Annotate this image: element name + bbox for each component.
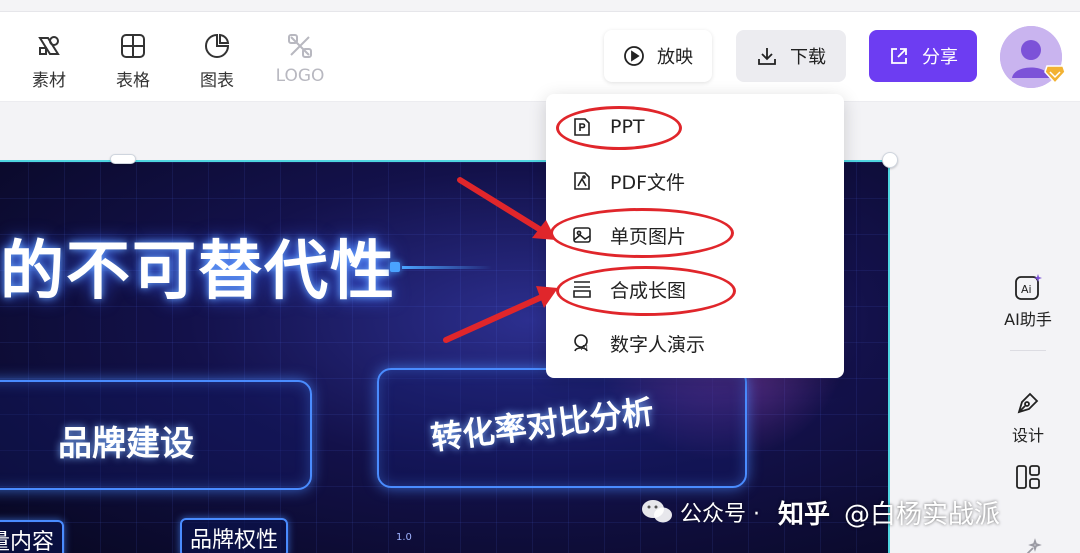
vip-badge-icon <box>1044 65 1066 84</box>
share-label: 分享 <box>922 47 958 68</box>
tool-material[interactable]: 素材 <box>14 32 84 92</box>
menu-item-long-image[interactable]: 合成长图 <box>546 264 844 314</box>
menu-item-ppt[interactable]: PPT <box>546 102 844 152</box>
tool-logo-label: LOGO <box>275 66 325 86</box>
material-icon <box>38 36 60 55</box>
watermark: 公众号 · 知乎 @白杨实战派 <box>640 492 1000 532</box>
tool-material-label: 素材 <box>32 71 66 91</box>
download-menu: PPT PDF文件 单页图片 合成长图 AI 数字人演示 <box>546 94 844 378</box>
share-button[interactable]: 分享 <box>869 30 977 82</box>
svg-text:AI: AI <box>581 344 588 352</box>
menu-item-digital-human-label: 数字人演示 <box>610 333 706 356</box>
tool-table[interactable]: 表格 <box>98 32 168 92</box>
top-toolbar: 素材 表格 图表 LOGO 放映 下载 分享 <box>0 0 1080 102</box>
table-icon <box>121 34 145 58</box>
menu-item-pdf[interactable]: PDF文件 <box>546 156 844 206</box>
avatar[interactable] <box>1000 26 1066 88</box>
play-icon <box>624 46 644 66</box>
panel-brand-label: 品牌建设 <box>58 424 194 464</box>
download-button[interactable]: 下载 <box>736 30 846 82</box>
tool-table-label: 表格 <box>116 71 150 91</box>
long-image-icon <box>573 281 591 298</box>
magic-button[interactable] <box>996 538 1060 553</box>
design-label: 设计 <box>1011 426 1044 445</box>
menu-item-single-image[interactable]: 单页图片 <box>546 210 844 260</box>
resize-handle-top[interactable] <box>110 154 136 164</box>
brand-authority-box: 品牌权性 <box>180 518 289 553</box>
menu-item-pdf-label: PDF文件 <box>610 171 686 194</box>
ppt-file-icon <box>574 118 590 136</box>
sidebar-divider <box>1010 350 1046 351</box>
layout-icon <box>1016 465 1040 489</box>
menu-item-digital-human[interactable]: AI 数字人演示 <box>546 318 844 368</box>
axis-tick: 1.0 <box>396 532 412 543</box>
watermark-site: 知乎 <box>778 499 831 530</box>
wechat-icon <box>642 500 672 523</box>
content-box: 量内容 <box>0 520 65 553</box>
tool-chart-label: 图表 <box>200 71 234 91</box>
download-label: 下载 <box>790 47 826 68</box>
ai-assistant-label: AI助手 <box>1004 310 1052 329</box>
menu-item-single-image-label: 单页图片 <box>610 225 687 248</box>
magic-wand-icon <box>1026 538 1042 553</box>
menu-item-long-image-label: 合成长图 <box>610 279 687 302</box>
top-strip <box>0 0 1080 12</box>
tool-logo[interactable]: LOGO <box>265 32 335 92</box>
play-button[interactable]: 放映 <box>604 30 712 82</box>
resize-handle-corner[interactable] <box>882 152 898 168</box>
title-line <box>402 266 492 269</box>
svg-text:Ai: Ai <box>1021 283 1032 296</box>
play-label: 放映 <box>657 47 693 68</box>
watermark-channel: 公众号 · <box>680 502 760 527</box>
design-button[interactable]: 设计 <box>996 388 1060 446</box>
pen-icon <box>1017 392 1039 414</box>
pdf-file-icon <box>574 172 590 190</box>
title-dot <box>390 262 400 272</box>
ai-assistant-button[interactable]: Ai AI助手 <box>996 272 1060 330</box>
slide-title: 的不可替代性 <box>0 235 396 309</box>
layout-button[interactable] <box>996 462 1060 492</box>
download-icon <box>758 48 776 65</box>
menu-item-ppt-label: PPT <box>610 116 645 138</box>
chart-icon <box>205 33 230 58</box>
tool-chart[interactable]: 图表 <box>182 32 252 92</box>
logo-icon <box>288 34 312 58</box>
image-icon <box>573 227 591 243</box>
ai-icon: Ai <box>1015 274 1042 300</box>
share-icon <box>891 48 907 64</box>
watermark-author: @白杨实战派 <box>844 499 1001 530</box>
digital-human-icon: AI <box>574 334 588 352</box>
